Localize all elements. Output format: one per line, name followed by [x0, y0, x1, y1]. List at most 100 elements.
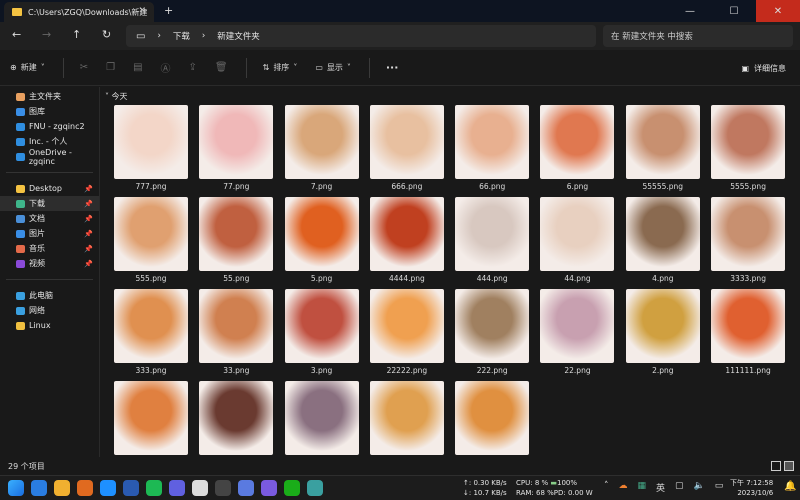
tab-explorer[interactable]: C:\Users\ZGQ\Downloads\新建 ✕	[4, 2, 154, 22]
back-icon[interactable]: ←	[12, 28, 21, 41]
file-item[interactable]: 333.png	[113, 289, 189, 376]
file-item[interactable]	[198, 381, 274, 468]
taskbar-app-icon[interactable]	[123, 480, 139, 496]
start-icon[interactable]	[8, 480, 24, 496]
file-item[interactable]: 22222.png	[369, 289, 445, 376]
file-item[interactable]: 2.png	[625, 289, 701, 376]
sidebar-item[interactable]: FNU - zgqinc2	[0, 119, 99, 134]
cut-icon[interactable]: ✂	[80, 62, 88, 73]
up-icon[interactable]: ↑	[72, 28, 81, 41]
file-item[interactable]: 22.png	[539, 289, 615, 376]
sidebar-item[interactable]: 图片 📌	[0, 226, 99, 241]
file-item[interactable]: 6.png	[539, 105, 615, 192]
taskbar-app-icon[interactable]	[192, 480, 208, 496]
file-item[interactable]: 33.png	[198, 289, 274, 376]
view-button[interactable]: ▭ 显示 ˅	[315, 62, 351, 73]
pin-icon[interactable]: 📌	[84, 230, 93, 238]
battery-tray-icon[interactable]: ▭	[715, 481, 724, 494]
pin-icon[interactable]: 📌	[84, 245, 93, 253]
copy-icon[interactable]: ❐	[106, 62, 115, 73]
details-view-button[interactable]	[771, 461, 781, 471]
sidebar-item[interactable]: 图库	[0, 104, 99, 119]
taskbar-app-icon[interactable]	[261, 480, 277, 496]
close-tab-icon[interactable]: ✕	[138, 6, 146, 16]
sidebar-item[interactable]: 文档 📌	[0, 211, 99, 226]
file-item[interactable]	[454, 381, 530, 468]
paste-icon[interactable]: ▤	[133, 62, 142, 73]
file-item[interactable]: 55555.png	[625, 105, 701, 192]
file-item[interactable]: 77.png	[198, 105, 274, 192]
file-item[interactable]: 3333.png	[710, 197, 786, 284]
file-item[interactable]: 55.png	[198, 197, 274, 284]
pin-icon[interactable]: 📌	[84, 200, 93, 208]
breadcrumb-item[interactable]: 下载	[173, 30, 190, 42]
file-item[interactable]: 666.png	[369, 105, 445, 192]
network-icon[interactable]: ▢	[675, 481, 684, 494]
taskbar-app-icon[interactable]	[100, 480, 116, 496]
file-item[interactable]: 3.png	[284, 289, 360, 376]
taskbar-app-icon[interactable]	[215, 480, 231, 496]
close-window-button[interactable]: ✕	[756, 0, 800, 22]
sidebar-item[interactable]: 视频 📌	[0, 256, 99, 271]
sidebar-item[interactable]: OneDrive - zgqinc	[0, 148, 99, 166]
sidebar-item[interactable]: 音乐 📌	[0, 241, 99, 256]
maximize-button[interactable]: ☐	[712, 0, 756, 22]
file-item[interactable]: 5555.png	[710, 105, 786, 192]
search-input[interactable]: 在 新建文件夹 中搜索	[603, 25, 793, 47]
taskbar-app-icon[interactable]	[169, 480, 185, 496]
app-tray-icon[interactable]: ▦	[638, 481, 647, 494]
file-item[interactable]: 5.png	[284, 197, 360, 284]
refresh-icon[interactable]: ↻	[102, 28, 111, 41]
volume-icon[interactable]: 🔈	[694, 481, 705, 494]
share-icon[interactable]: ⇪	[189, 62, 197, 73]
file-item[interactable]: 777.png	[113, 105, 189, 192]
pin-icon[interactable]: 📌	[84, 185, 93, 193]
new-button[interactable]: ⊕ 新建 ˅	[10, 62, 45, 73]
sidebar-item[interactable]: 此电脑	[0, 288, 99, 303]
details-button[interactable]: ▣ 详细信息	[741, 63, 786, 74]
forward-icon[interactable]: →	[42, 28, 51, 41]
sidebar-item[interactable]: 下载 📌	[0, 196, 99, 211]
sidebar-item[interactable]: Linux	[0, 318, 99, 333]
thumbnail-view-button[interactable]	[784, 461, 794, 471]
breadcrumb-item[interactable]: 新建文件夹	[217, 30, 260, 42]
file-item[interactable]: 4444.png	[369, 197, 445, 284]
sidebar-item[interactable]: Desktop 📌	[0, 181, 99, 196]
sort-button[interactable]: ⇅ 排序 ˅	[263, 62, 298, 73]
clock[interactable]: 下午 7:12:58 2023/10/6	[730, 478, 773, 498]
new-tab-button[interactable]: +	[164, 4, 173, 17]
taskbar-app-icon[interactable]	[31, 480, 47, 496]
file-item[interactable]: 44.png	[539, 197, 615, 284]
file-item[interactable]: 66.png	[454, 105, 530, 192]
cloud-icon[interactable]: ☁	[619, 481, 628, 494]
file-item[interactable]	[369, 381, 445, 468]
taskbar-app-icon[interactable]	[307, 480, 323, 496]
taskbar-app-icon[interactable]	[54, 480, 70, 496]
file-item[interactable]: 111111.png	[710, 289, 786, 376]
address-input[interactable]: ▭ › 下载 › 新建文件夹	[126, 25, 596, 47]
file-item[interactable]: 4.png	[625, 197, 701, 284]
sidebar-item[interactable]: 网络	[0, 303, 99, 318]
more-button[interactable]: ···	[386, 61, 399, 74]
notification-bell-icon[interactable]: 🔔	[784, 481, 796, 492]
taskbar-app-icon[interactable]	[77, 480, 93, 496]
file-name: 5.png	[310, 274, 333, 283]
file-item[interactable]	[113, 381, 189, 468]
delete-icon[interactable]: 🗑	[215, 62, 228, 73]
file-item[interactable]: 7.png	[284, 105, 360, 192]
minimize-button[interactable]: —	[668, 0, 712, 22]
rename-icon[interactable]: Ⓐ	[161, 60, 171, 75]
sidebar-item[interactable]: 主文件夹	[0, 89, 99, 104]
file-item[interactable]: 444.png	[454, 197, 530, 284]
chevron-up-icon[interactable]: ˄	[604, 481, 609, 494]
file-item[interactable]: 555.png	[113, 197, 189, 284]
taskbar-app-icon[interactable]	[284, 480, 300, 496]
ime-indicator[interactable]: 英	[656, 481, 665, 494]
file-item[interactable]	[284, 381, 360, 468]
file-item[interactable]: 222.png	[454, 289, 530, 376]
pin-icon[interactable]: 📌	[84, 215, 93, 223]
group-header-today[interactable]: ˅ 今天	[105, 91, 128, 102]
taskbar-app-icon[interactable]	[238, 480, 254, 496]
taskbar-app-icon[interactable]	[146, 480, 162, 496]
pin-icon[interactable]: 📌	[84, 260, 93, 268]
